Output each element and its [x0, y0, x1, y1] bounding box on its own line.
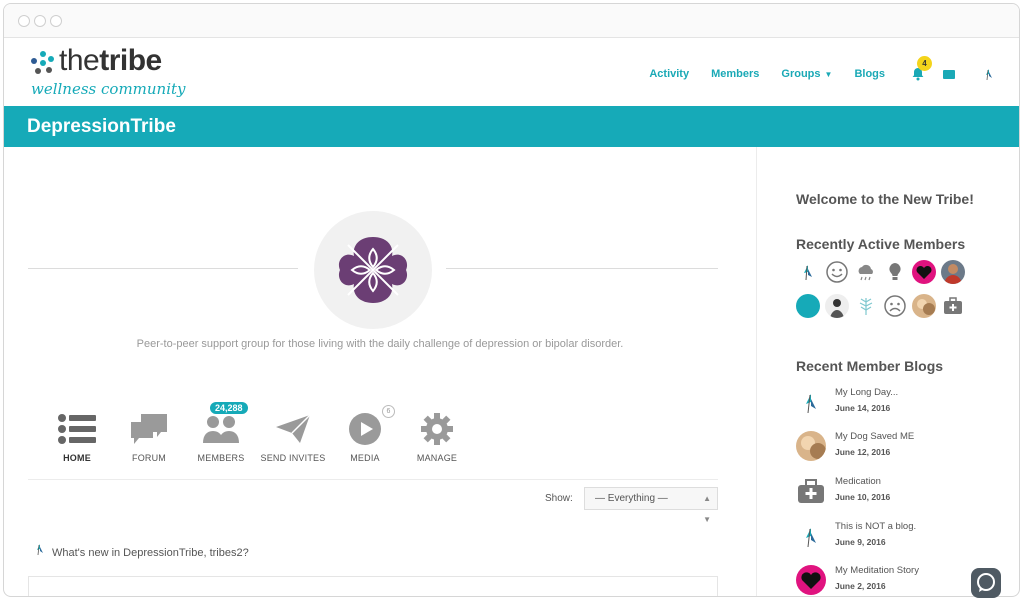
site-header: thetribe wellness community Activity Mem…	[4, 38, 1019, 106]
nav-blogs[interactable]: Blogs	[854, 68, 885, 80]
tab-send-invites[interactable]: SEND INVITES	[258, 409, 328, 463]
blog-item[interactable]: Medication June 10, 2016	[796, 476, 1016, 512]
sidebar-welcome-heading: Welcome to the New Tribe!	[796, 191, 974, 207]
people-icon	[186, 409, 256, 449]
blog-author-photo	[796, 431, 826, 461]
tab-home-label: HOME	[63, 453, 91, 463]
chat-bubbles-icon	[114, 409, 184, 449]
member-avatar-sad-face-icon[interactable]	[883, 294, 907, 318]
paper-plane-icon	[258, 409, 328, 449]
blog-title[interactable]: Medication	[835, 476, 881, 487]
member-avatar-leaf-icon[interactable]	[854, 294, 878, 318]
logo-text-bold: tribe	[99, 44, 162, 77]
chat-support-button[interactable]	[971, 568, 1001, 598]
browser-chrome	[4, 4, 1019, 38]
list-icon	[42, 409, 112, 449]
logo-tagline: wellness community	[31, 80, 186, 98]
group-avatar	[314, 211, 432, 329]
tab-manage[interactable]: MANAGE	[402, 409, 472, 463]
media-count-badge: 6	[382, 405, 395, 418]
tab-members[interactable]: 24,288 MEMBERS	[186, 402, 256, 463]
group-tabs: HOME FORUM 24,288 MEMBERS SEND INVITES 6…	[42, 402, 474, 463]
filter-value: — Everything —	[595, 493, 668, 504]
blog-date: June 9, 2016	[835, 537, 886, 547]
tab-members-label: MEMBERS	[197, 453, 245, 463]
divider-left	[28, 268, 298, 269]
gear-icon	[402, 409, 472, 449]
blog-author-heart-icon	[796, 565, 826, 595]
blog-item[interactable]: My Dog Saved ME June 12, 2016	[796, 431, 1016, 467]
tab-media-label: MEDIA	[350, 453, 380, 463]
notification-count-badge: 4	[917, 56, 932, 71]
group-title-bar: DepressionTribe	[4, 106, 1019, 147]
members-count-badge: 24,288	[210, 402, 248, 414]
select-arrows-icon: ▲ ▼	[703, 494, 711, 524]
sidebar: Welcome to the New Tribe! Recently Activ…	[756, 147, 1019, 596]
member-avatar-cloud-icon[interactable]	[854, 260, 878, 284]
blog-author-butterfly-icon	[796, 387, 826, 417]
current-user-avatar	[32, 541, 48, 557]
blog-title[interactable]: My Meditation Story	[835, 565, 919, 576]
filter-label: Show:	[545, 493, 573, 504]
window-minimize-dot[interactable]	[34, 15, 46, 27]
notifications-bell-icon[interactable]: 4	[911, 56, 932, 81]
blog-date: June 2, 2016	[835, 581, 886, 591]
tab-media[interactable]: 6 MEDIA	[330, 405, 400, 463]
member-avatar-medkit-icon[interactable]	[941, 294, 965, 318]
window-maximize-dot[interactable]	[50, 15, 62, 27]
logo-wordmark[interactable]: thetribe	[59, 44, 162, 78]
window-close-dot[interactable]	[18, 15, 30, 27]
group-description: Peer-to-peer support group for those liv…	[136, 338, 624, 350]
main-nav: Activity Members Groups ▼ Blogs 4	[627, 56, 997, 82]
blog-date: June 10, 2016	[835, 492, 891, 502]
member-avatar-butterfly[interactable]	[796, 260, 820, 284]
blog-author-medkit-icon	[796, 476, 826, 506]
blog-title[interactable]: This is NOT a blog.	[835, 521, 916, 532]
blog-date: June 14, 2016	[835, 403, 891, 413]
nav-members[interactable]: Members	[711, 68, 759, 80]
blog-author-butterfly-icon	[796, 521, 826, 551]
member-avatar-lightbulb-icon[interactable]	[883, 260, 907, 284]
member-avatar-heart-icon[interactable]	[912, 260, 936, 284]
tab-send-invites-label: SEND INVITES	[260, 453, 326, 463]
logo-dots-icon	[31, 51, 55, 75]
divider-right	[446, 268, 718, 269]
blog-title[interactable]: My Dog Saved ME	[835, 431, 914, 442]
blog-item[interactable]: My Long Day... June 14, 2016	[796, 387, 1016, 423]
messages-envelope-icon[interactable]	[943, 69, 955, 79]
group-main-content: Peer-to-peer support group for those liv…	[4, 147, 756, 596]
chevron-down-icon[interactable]: ▼	[825, 70, 833, 79]
logo-text-light: the	[59, 44, 100, 77]
chat-bubble-icon	[977, 573, 995, 592]
tab-forum-label: FORUM	[132, 453, 166, 463]
tabs-separator	[28, 479, 718, 480]
member-avatar-smiley-icon[interactable]	[825, 260, 849, 284]
member-avatar-photo[interactable]	[941, 260, 965, 284]
nav-groups[interactable]: Groups	[781, 68, 820, 80]
member-avatar-teal[interactable]	[796, 294, 820, 318]
user-avatar-butterfly-icon[interactable]	[981, 66, 997, 82]
blog-item[interactable]: This is NOT a blog. June 9, 2016	[796, 521, 1016, 557]
recent-blogs-heading: Recent Member Blogs	[796, 358, 944, 374]
nav-activity[interactable]: Activity	[649, 68, 689, 80]
member-avatar-photo-2[interactable]	[825, 294, 849, 318]
activity-filter-select[interactable]: — Everything — ▲ ▼	[584, 487, 718, 524]
post-update-textarea[interactable]	[28, 576, 718, 596]
blog-date: June 12, 2016	[835, 447, 891, 457]
tab-home[interactable]: HOME	[42, 409, 112, 463]
blog-title[interactable]: My Long Day...	[835, 387, 898, 398]
browser-window: thetribe wellness community Activity Mem…	[3, 3, 1020, 597]
tab-forum[interactable]: FORUM	[114, 409, 184, 463]
tab-manage-label: MANAGE	[416, 453, 458, 463]
flower-emblem-icon	[334, 231, 412, 309]
member-avatar-photo-3[interactable]	[912, 294, 936, 318]
recently-active-heading: Recently Active Members	[796, 236, 966, 252]
whats-new-prompt: What's new in DepressionTribe, tribes2?	[52, 547, 249, 559]
